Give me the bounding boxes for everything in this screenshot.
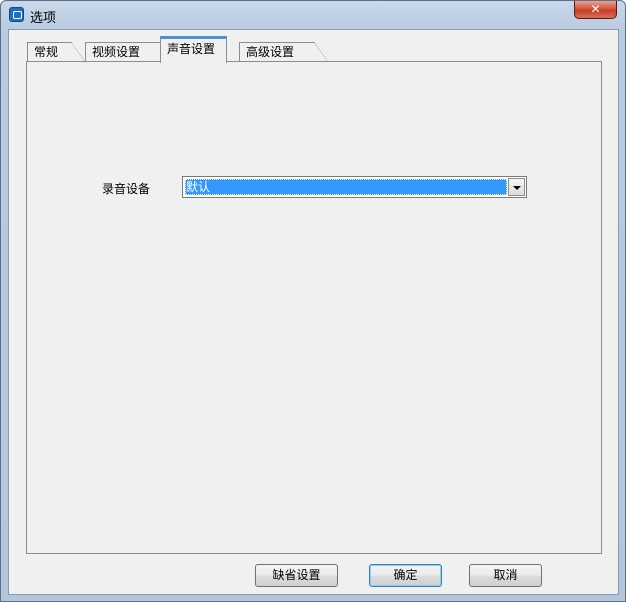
record-device-dropdown-button[interactable] (508, 178, 525, 196)
tab-video-settings[interactable]: 视频设置 (85, 42, 174, 62)
tab-advanced-settings-label: 高级设置 (246, 45, 295, 59)
tab-general[interactable]: 常规 (27, 42, 85, 62)
tab-sound-settings-label: 声音设置 (167, 42, 216, 56)
app-icon (9, 7, 24, 22)
tab-video-settings-label: 视频设置 (92, 45, 141, 59)
tab-general-label: 常规 (34, 45, 59, 59)
dialog-client-area: 常规 视频设置 声音设置 高级设置 录音设备 默认 缺省设置 确定 取消 (8, 29, 619, 595)
sound-settings-panel: 录音设备 默认 (26, 61, 602, 554)
record-device-label: 录音设备 (102, 182, 151, 196)
record-device-select[interactable]: 默认 (182, 176, 527, 198)
record-device-selected-value: 默认 (185, 179, 507, 195)
close-icon: ✕ (590, 2, 601, 16)
window-title: 选项 (30, 11, 57, 26)
cancel-button[interactable]: 取消 (469, 564, 542, 587)
restore-defaults-button[interactable]: 缺省设置 (255, 564, 338, 587)
chevron-down-icon (513, 186, 521, 190)
options-dialog: 选项 ✕ 常规 视频设置 声音设置 高级设置 录音设备 默认 缺省设置 确定 取… (0, 0, 626, 602)
title-bar[interactable]: 选项 ✕ (1, 1, 625, 29)
tab-sound-settings[interactable]: 声音设置 (160, 36, 227, 63)
close-button[interactable]: ✕ (574, 1, 617, 19)
ok-button[interactable]: 确定 (369, 564, 442, 587)
tab-advanced-settings[interactable]: 高级设置 (239, 42, 328, 62)
